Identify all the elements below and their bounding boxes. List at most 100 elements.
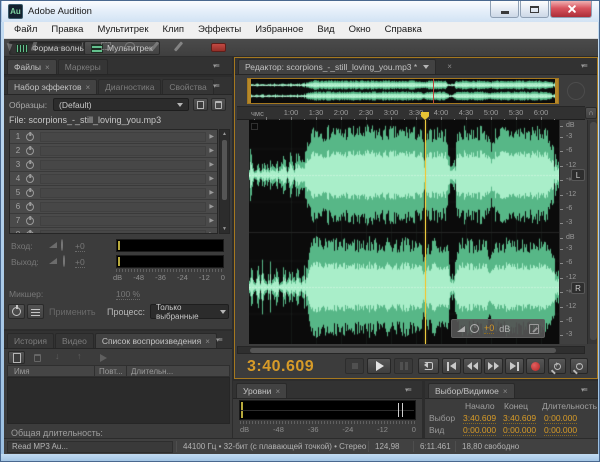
grid-toggle-icon[interactable] — [251, 123, 258, 130]
vertical-scrollbar[interactable] — [587, 120, 598, 344]
input-gain-value[interactable]: +0 — [75, 241, 85, 252]
power-icon[interactable] — [26, 161, 34, 169]
rack-slot-empty[interactable] — [40, 216, 206, 226]
power-icon[interactable] — [26, 175, 34, 183]
rack-slot-5[interactable]: 5▶ — [10, 186, 217, 200]
rack-slot-arrow-icon[interactable]: ▶ — [209, 189, 214, 196]
playlist-list[interactable] — [7, 377, 230, 424]
loop-play-button[interactable] — [418, 358, 439, 374]
power-icon[interactable] — [26, 133, 34, 141]
default-zoom-button[interactable]: ∩ — [585, 107, 597, 119]
playlist-delete-button[interactable] — [29, 351, 45, 364]
view-duration-value[interactable]: 0:00.000 — [544, 425, 577, 436]
move-tool[interactable] — [4, 40, 16, 52]
play-button[interactable] — [367, 358, 391, 374]
record-button[interactable] — [526, 358, 545, 374]
rack-scroll-thumb[interactable] — [222, 140, 227, 200]
zoom-in-button[interactable] — [548, 358, 566, 374]
output-gain-value[interactable]: +0 — [75, 257, 85, 268]
skip-to-start-button[interactable] — [442, 358, 461, 374]
rack-slot-arrow-icon[interactable]: ▶ — [209, 231, 214, 234]
minimize-button[interactable] — [490, 1, 519, 18]
panel-menu-icon[interactable]: ▾≡ — [213, 82, 219, 90]
time-selection-tool[interactable]: I — [76, 40, 88, 52]
menu-item-6[interactable]: Избранное — [248, 22, 310, 38]
playlist-add-button[interactable] — [8, 351, 25, 364]
skip-to-end-button[interactable] — [505, 358, 524, 374]
slip-tool[interactable]: ↔ — [52, 40, 64, 52]
scroll-up-icon[interactable]: ▲ — [222, 131, 227, 137]
tab-effects-rack[interactable]: Набор эффектов× — [7, 79, 97, 94]
rack-slot-empty[interactable] — [40, 160, 206, 170]
rack-slot-arrow-icon[interactable]: ▶ — [209, 133, 214, 140]
tab-close-icon[interactable]: × — [85, 83, 90, 92]
power-icon[interactable] — [26, 189, 34, 197]
overview-waveform[interactable] — [248, 79, 558, 103]
channel-left-button[interactable]: L — [571, 169, 585, 181]
tab-close-icon[interactable]: × — [275, 387, 280, 396]
menu-item-4[interactable]: Клип — [156, 22, 192, 38]
title-bar[interactable]: Au Adobe Audition — [2, 1, 600, 22]
move-up-button[interactable]: ↑ — [77, 351, 82, 361]
rack-slot-8[interactable]: 8▶ — [10, 228, 217, 234]
hud-knob-icon[interactable] — [470, 324, 479, 333]
panel-menu-icon[interactable]: ▾≡ — [405, 386, 411, 394]
selection-duration-value[interactable]: 0:00.000 — [544, 413, 577, 424]
close-button[interactable] — [550, 1, 592, 18]
power-icon[interactable] — [26, 147, 34, 155]
delete-preset-button[interactable] — [211, 98, 226, 111]
rack-slot-arrow-icon[interactable]: ▶ — [209, 203, 214, 210]
editor-dropdown-icon[interactable] — [423, 65, 429, 69]
rack-slot-7[interactable]: 7▶ — [10, 214, 217, 228]
view-end-value[interactable]: 0:00.000 — [503, 425, 536, 436]
power-icon[interactable] — [26, 203, 34, 211]
time-display[interactable]: 3:40.609 — [247, 358, 314, 376]
view-start-value[interactable]: 0:00.000 — [463, 425, 496, 436]
rack-slot-2[interactable]: 2▶ — [10, 144, 217, 158]
menu-item-8[interactable]: Окно — [342, 22, 378, 38]
paintbrush-tool[interactable] — [148, 40, 160, 52]
panel-menu-icon[interactable]: ▾≡ — [581, 62, 587, 70]
selection-start-value[interactable]: 3:40.609 — [463, 413, 496, 424]
overview-left-handle[interactable] — [248, 79, 251, 103]
process-dropdown[interactable]: Только выбранные — [150, 304, 229, 319]
rack-slot-1[interactable]: 1▶ — [10, 130, 217, 144]
tab-levels[interactable]: Уровни× — [236, 383, 287, 398]
tab-video[interactable]: Видео — [55, 333, 94, 348]
rack-slot-empty[interactable] — [40, 202, 206, 212]
pause-button[interactable] — [394, 358, 413, 374]
maximize-button[interactable] — [520, 1, 549, 18]
timeline-ruler[interactable]: чмс 1:001:302:002:303:003:304:004:305:00… — [237, 106, 585, 120]
rack-list-button[interactable] — [27, 304, 44, 319]
menu-item-3[interactable]: Мультитрек — [90, 22, 155, 38]
spot-healing-brush-tool[interactable] — [172, 40, 184, 52]
horizontal-scrollbar[interactable] — [237, 346, 585, 354]
rack-slot-empty[interactable] — [40, 146, 206, 156]
overview-selection-box[interactable] — [247, 78, 559, 104]
preset-dropdown[interactable]: (Default) — [53, 98, 189, 111]
menu-item-9[interactable]: Справка — [378, 22, 429, 38]
column-name[interactable]: Имя — [14, 367, 30, 376]
tab-close-icon[interactable]: × — [205, 337, 210, 346]
vertical-scroll-thumb[interactable] — [590, 122, 597, 340]
rack-slot-empty[interactable] — [40, 188, 206, 198]
rack-scrollbar[interactable]: ▲ ▼ — [219, 129, 230, 234]
hud-gain-value[interactable]: +0 — [484, 323, 494, 334]
menu-item-5[interactable]: Эффекты — [191, 22, 248, 38]
tab-history[interactable]: История — [7, 333, 54, 348]
panel-menu-icon[interactable]: ▾≡ — [213, 62, 219, 70]
channel-right-button[interactable]: R — [571, 282, 585, 294]
selection-end-value[interactable]: 3:40.609 — [503, 413, 536, 424]
tab-diagnostics[interactable]: Диагностика — [98, 79, 161, 94]
stop-button[interactable] — [345, 358, 364, 374]
rewind-button[interactable] — [463, 358, 482, 374]
rack-slot-4[interactable]: 4▶ — [10, 172, 217, 186]
tab-playlist[interactable]: Список воспроизведения× — [95, 333, 217, 348]
waveform-display[interactable] — [249, 120, 559, 344]
volume-hud[interactable]: +0 dB — [451, 319, 545, 338]
column-repeat[interactable]: Повт... — [99, 367, 123, 376]
rack-slot-arrow-icon[interactable]: ▶ — [209, 217, 214, 224]
tab-markers[interactable]: Маркеры — [58, 59, 108, 74]
panel-menu-icon[interactable]: ▾≡ — [216, 336, 222, 344]
playhead-line[interactable] — [425, 120, 426, 344]
